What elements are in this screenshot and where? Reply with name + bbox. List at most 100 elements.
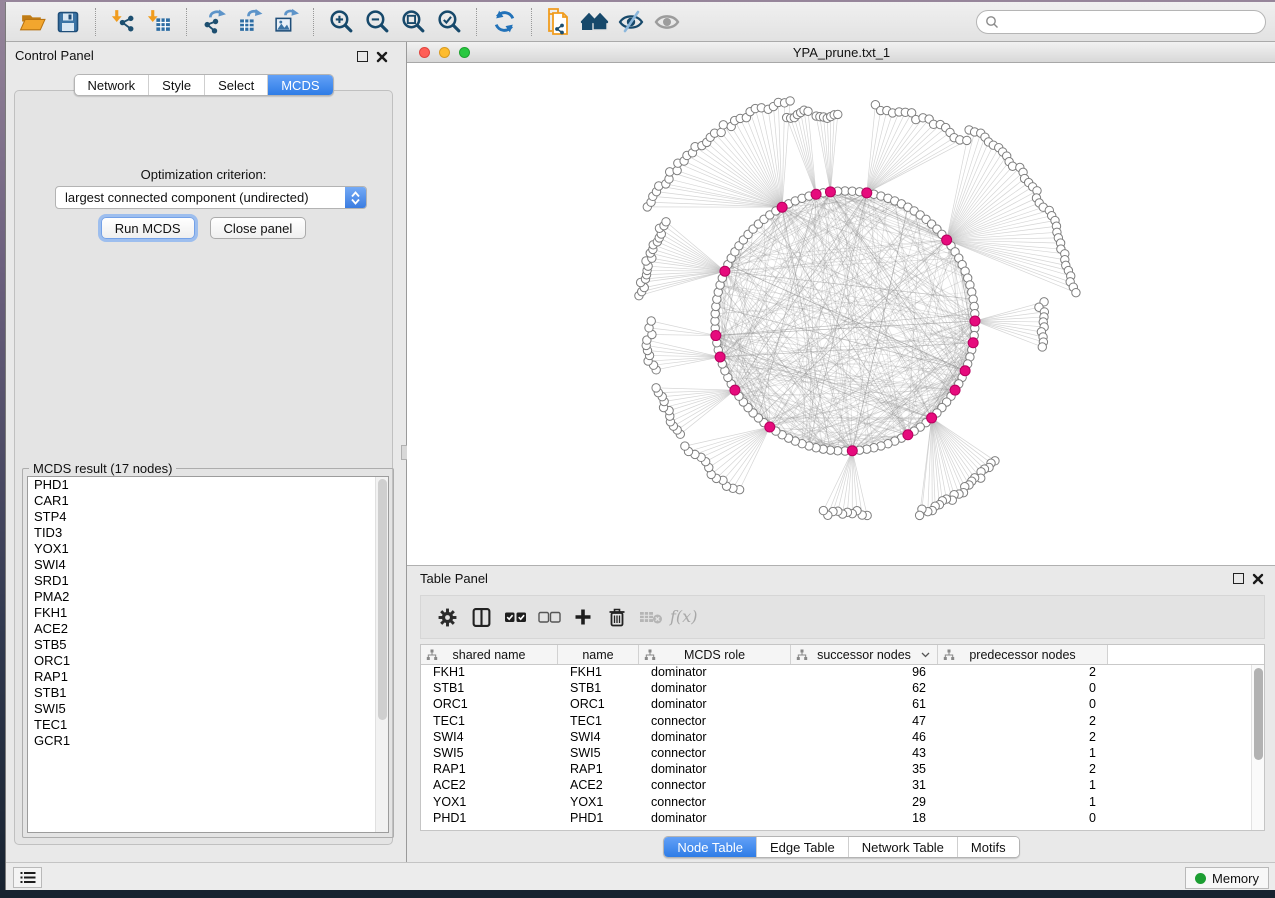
mcds-hub-node[interactable] [942, 235, 952, 245]
mcds-hub-node[interactable] [968, 338, 978, 348]
import-table-button[interactable] [144, 7, 174, 37]
run-mcds-button[interactable]: Run MCDS [101, 217, 195, 239]
delete-column-button[interactable] [600, 601, 634, 633]
table-cell-shared-name[interactable]: STB1 [421, 681, 558, 697]
mcds-result-item[interactable]: SRD1 [28, 573, 388, 589]
zoom-selected-button[interactable] [434, 7, 464, 37]
tab-motifs[interactable]: Motifs [957, 837, 1019, 857]
table-cell-shared-name[interactable]: SWI4 [421, 730, 558, 746]
table-cell-predecessor-nodes[interactable]: 2 [938, 665, 1108, 681]
close-panel-icon[interactable] [375, 50, 389, 64]
mcds-hub-node[interactable] [811, 189, 821, 199]
mcds-result-item[interactable]: SWI5 [28, 701, 388, 717]
save-session-button[interactable] [53, 7, 83, 37]
add-column-button[interactable] [566, 601, 600, 633]
mcds-hub-node[interactable] [903, 430, 913, 440]
table-cell-predecessor-nodes[interactable]: 2 [938, 730, 1108, 746]
close-panel-button[interactable]: Close panel [210, 217, 307, 239]
table-cell-successor-nodes[interactable]: 62 [791, 681, 938, 697]
table-row[interactable]: RAP1RAP1dominator352 [421, 762, 1264, 778]
table-cell-name[interactable]: ORC1 [558, 697, 639, 713]
mcds-hub-node[interactable] [777, 202, 787, 212]
table-cell-mcds-role[interactable]: dominator [639, 665, 791, 681]
table-cell-successor-nodes[interactable]: 31 [791, 778, 938, 794]
table-cell-successor-nodes[interactable]: 35 [791, 762, 938, 778]
table-cell-predecessor-nodes[interactable]: 1 [938, 746, 1108, 762]
mcds-result-item[interactable]: CAR1 [28, 493, 388, 509]
table-cell-name[interactable]: SWI4 [558, 730, 639, 746]
refresh-view-button[interactable] [489, 7, 519, 37]
search-field[interactable] [976, 10, 1266, 34]
table-cell-mcds-role[interactable]: connector [639, 714, 791, 730]
table-cell-shared-name[interactable]: ACE2 [421, 778, 558, 794]
mcds-hub-node[interactable] [970, 316, 980, 326]
table-cell-successor-nodes[interactable]: 18 [791, 811, 938, 827]
zoom-in-button[interactable] [326, 7, 356, 37]
float-table-panel-icon[interactable] [1233, 573, 1244, 584]
hide-graphics-details-button[interactable] [616, 7, 646, 37]
mcds-hub-node[interactable] [825, 187, 835, 197]
table-row[interactable]: FKH1FKH1dominator962 [421, 665, 1264, 681]
table-scrollbar[interactable] [1251, 665, 1264, 830]
table-cell-shared-name[interactable]: RAP1 [421, 762, 558, 778]
table-row[interactable]: SWI4SWI4dominator462 [421, 730, 1264, 746]
column-header-mcds-role[interactable]: MCDS role [639, 645, 791, 664]
mcds-hub-node[interactable] [927, 413, 937, 423]
mcds-result-item[interactable]: STP4 [28, 509, 388, 525]
mcds-hub-node[interactable] [711, 331, 721, 341]
open-file-button[interactable] [17, 7, 47, 37]
mcds-result-item[interactable]: TEC1 [28, 717, 388, 733]
table-cell-mcds-role[interactable]: connector [639, 746, 791, 762]
table-row[interactable]: SWI5SWI5connector431 [421, 746, 1264, 762]
table-cell-name[interactable]: PHD1 [558, 811, 639, 827]
table-row[interactable]: YOX1YOX1connector291 [421, 795, 1264, 811]
mcds-result-list[interactable]: PHD1CAR1STP4TID3YOX1SWI4SRD1PMA2FKH1ACE2… [27, 476, 389, 833]
select-all-columns-button[interactable] [498, 601, 532, 633]
table-cell-name[interactable]: YOX1 [558, 795, 639, 811]
mcds-hub-node[interactable] [960, 366, 970, 376]
mcds-hub-node[interactable] [720, 266, 730, 276]
mcds-result-item[interactable]: TID3 [28, 525, 388, 541]
table-cell-shared-name[interactable]: PHD1 [421, 811, 558, 827]
tab-mcds[interactable]: MCDS [267, 75, 332, 95]
search-input[interactable] [1004, 15, 1257, 30]
table-cell-name[interactable]: STB1 [558, 681, 639, 697]
mcds-hub-node[interactable] [715, 352, 725, 362]
table-cell-shared-name[interactable]: SWI5 [421, 746, 558, 762]
mcds-result-item[interactable]: ACE2 [28, 621, 388, 637]
table-row[interactable]: ACE2ACE2connector311 [421, 778, 1264, 794]
table-cell-mcds-role[interactable]: dominator [639, 762, 791, 778]
memory-button[interactable]: Memory [1185, 867, 1269, 889]
mcds-result-item[interactable]: STB5 [28, 637, 388, 653]
table-row[interactable]: TEC1TEC1connector472 [421, 714, 1264, 730]
table-cell-name[interactable]: SWI5 [558, 746, 639, 762]
table-cell-predecessor-nodes[interactable]: 2 [938, 762, 1108, 778]
table-cell-successor-nodes[interactable]: 96 [791, 665, 938, 681]
home-button[interactable] [580, 7, 610, 37]
tab-network-table[interactable]: Network Table [848, 837, 957, 857]
share-document-button[interactable] [544, 7, 574, 37]
zoom-fit-button[interactable] [398, 7, 428, 37]
table-cell-name[interactable]: FKH1 [558, 665, 639, 681]
mcds-result-item[interactable]: STB1 [28, 685, 388, 701]
optimization-criterion-dropdown[interactable]: largest connected component (undirected) [55, 186, 367, 209]
mcds-hub-node[interactable] [862, 188, 872, 198]
close-table-panel-icon[interactable] [1251, 572, 1265, 586]
table-cell-mcds-role[interactable]: dominator [639, 730, 791, 746]
network-canvas[interactable] [407, 63, 1275, 565]
table-cell-mcds-role[interactable]: connector [639, 795, 791, 811]
mcds-result-item[interactable]: ORC1 [28, 653, 388, 669]
table-cell-predecessor-nodes[interactable]: 1 [938, 795, 1108, 811]
table-cell-predecessor-nodes[interactable]: 0 [938, 681, 1108, 697]
table-cell-shared-name[interactable]: FKH1 [421, 665, 558, 681]
tab-edge-table[interactable]: Edge Table [756, 837, 848, 857]
table-cell-predecessor-nodes[interactable]: 0 [938, 811, 1108, 827]
table-cell-shared-name[interactable]: YOX1 [421, 795, 558, 811]
table-cell-name[interactable]: ACE2 [558, 778, 639, 794]
table-cell-successor-nodes[interactable]: 47 [791, 714, 938, 730]
mcds-result-item[interactable]: SWI4 [28, 557, 388, 573]
float-panel-icon[interactable] [357, 51, 368, 62]
network-graph[interactable] [407, 63, 1275, 565]
table-cell-name[interactable]: TEC1 [558, 714, 639, 730]
export-network-button[interactable] [199, 7, 229, 37]
